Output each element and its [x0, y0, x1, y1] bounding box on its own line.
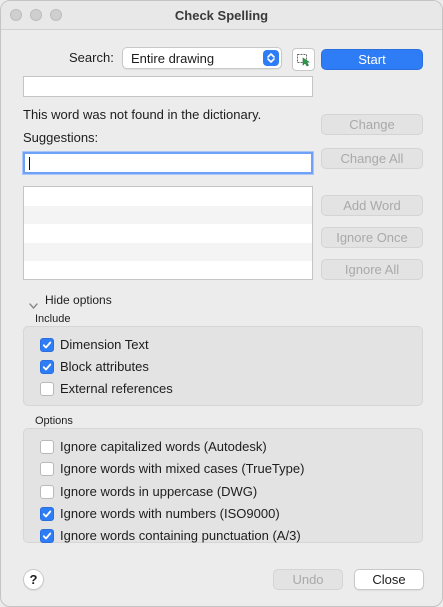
window-title: Check Spelling — [174, 8, 269, 23]
text-caret — [29, 157, 30, 170]
ignore-once-button[interactable]: Ignore Once — [321, 227, 423, 248]
change-all-button[interactable]: Change All — [321, 148, 423, 169]
checkbox-checked-icon — [40, 360, 54, 374]
hide-options-label: Hide options — [45, 293, 112, 307]
title-bar: Check Spelling — [1, 1, 442, 30]
help-button[interactable]: ? — [23, 569, 44, 590]
checkbox-checked-icon — [40, 507, 54, 521]
change-button[interactable]: Change — [321, 114, 423, 135]
include-group: Dimension Text Block attributes External… — [23, 326, 423, 406]
list-item[interactable] — [24, 187, 312, 206]
close-button[interactable]: Close — [354, 569, 424, 590]
checkbox-label: Ignore words in uppercase (DWG) — [60, 484, 258, 499]
list-item[interactable] — [24, 205, 312, 224]
checkbox-label: Ignore words with numbers (ISO9000) — [60, 506, 280, 521]
suggestion-input[interactable] — [23, 152, 313, 174]
search-scope-select[interactable]: Entire drawing — [122, 47, 282, 69]
not-found-message: This word was not found in the dictionar… — [23, 107, 262, 122]
checkbox-unchecked-icon — [40, 462, 54, 476]
checkbox-unchecked-icon — [40, 382, 54, 396]
checkbox-unchecked-icon — [40, 485, 54, 499]
checkbox-checked-icon — [40, 529, 54, 543]
checkbox-label: Ignore capitalized words (Autodesk) — [60, 439, 267, 454]
suggestions-list[interactable] — [23, 186, 313, 280]
checkbox-unchecked-icon — [40, 440, 54, 454]
list-item[interactable] — [24, 224, 312, 243]
checkbox-checked-icon — [40, 338, 54, 352]
check-spelling-window: Check Spelling Search: Entire drawing St… — [0, 0, 443, 607]
start-button[interactable]: Start — [321, 49, 423, 70]
suggestions-label: Suggestions: — [23, 130, 99, 145]
undo-button[interactable]: Undo — [273, 569, 343, 590]
ignore-all-button[interactable]: Ignore All — [321, 259, 423, 280]
search-label: Search: — [69, 50, 114, 65]
checkbox-label: Dimension Text — [60, 337, 149, 352]
checkbox-label: External references — [60, 381, 173, 396]
list-item[interactable] — [24, 261, 312, 279]
up-down-arrows-icon — [263, 50, 279, 66]
checkbox-label: Ignore words containing punctuation (A/3… — [60, 528, 301, 543]
chevron-down-icon — [29, 298, 38, 313]
select-objects-button[interactable] — [292, 48, 315, 71]
options-group-title: Options — [35, 415, 73, 427]
include-group-title: Include — [35, 313, 71, 325]
checkbox-label: Block attributes — [60, 359, 149, 374]
checkbox-label: Ignore words with mixed cases (TrueType) — [60, 461, 305, 476]
list-item[interactable] — [24, 242, 312, 261]
search-scope-value: Entire drawing — [131, 51, 215, 66]
options-group: Ignore capitalized words (Autodesk) Igno… — [23, 428, 423, 543]
current-word-field[interactable] — [23, 76, 313, 97]
add-word-button[interactable]: Add Word — [321, 195, 423, 216]
